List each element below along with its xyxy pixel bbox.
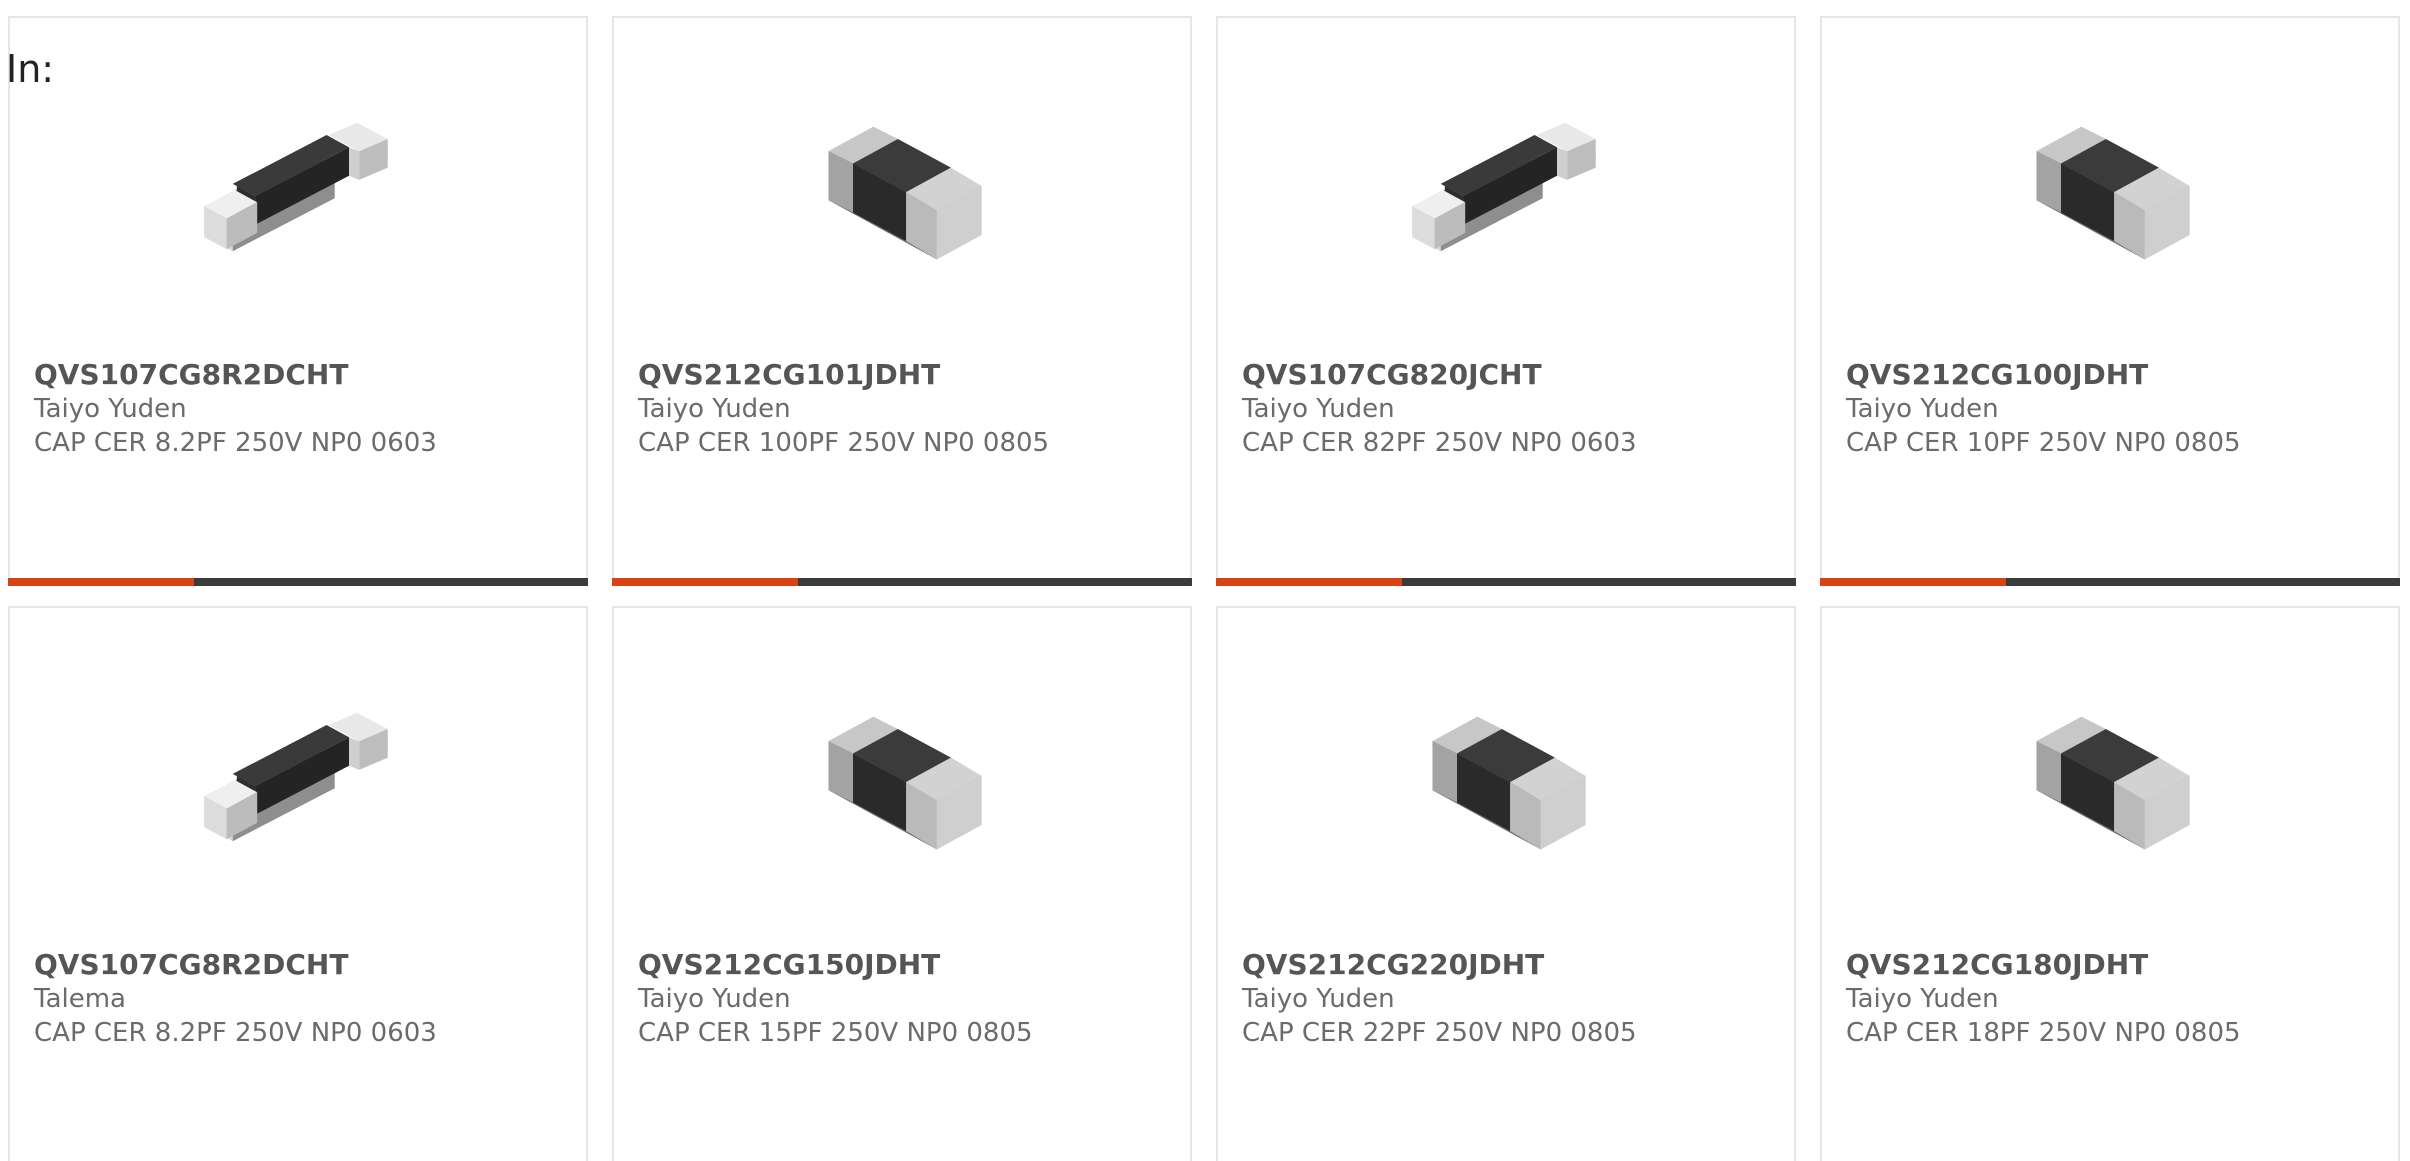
product-card[interactable]: QVS212CG101JDHT Taiyo Yuden CAP CER 100P…: [612, 16, 1192, 586]
product-card[interactable]: QVS107CG820JCHT Taiyo Yuden CAP CER 82PF…: [1216, 16, 1796, 586]
part-number[interactable]: QVS212CG100JDHT: [1846, 358, 2382, 392]
progress-bar-fill: [1820, 578, 2006, 586]
description: CAP CER 8.2PF 250V NP0 0603: [34, 1018, 437, 1048]
part-number[interactable]: QVS107CG8R2DCHT: [34, 358, 570, 392]
part-number[interactable]: QVS212CG220JDHT: [1242, 948, 1778, 982]
progress-bar-fill: [612, 578, 798, 586]
product-card[interactable]: QVS107CG8R2DCHT Talema CAP CER 8.2PF 250…: [8, 606, 588, 1161]
chip-capacitor-0805-icon: [800, 86, 1004, 290]
product-grid-page: In: QVS107CG8R2DCHT Taiyo Yuden CAP CER …: [0, 0, 2410, 1161]
part-number[interactable]: QVS107CG820JCHT: [1242, 358, 1778, 392]
description: CAP CER 8.2PF 250V NP0 0603: [34, 428, 437, 458]
part-number[interactable]: QVS212CG180JDHT: [1846, 948, 2382, 982]
chip-capacitor-0603-icon: [1404, 86, 1608, 290]
progress-bar-fill: [8, 578, 194, 586]
filter-in-label: In:: [6, 47, 55, 91]
part-number[interactable]: QVS212CG101JDHT: [638, 358, 1174, 392]
chip-capacitor-0805-icon: [1404, 676, 1608, 880]
chip-capacitor-0603-icon: [196, 86, 400, 290]
manufacturer: Taiyo Yuden: [1242, 984, 1395, 1014]
chip-capacitor-0805-icon: [2008, 86, 2212, 290]
description: CAP CER 15PF 250V NP0 0805: [638, 1018, 1033, 1048]
manufacturer: Taiyo Yuden: [638, 394, 791, 424]
manufacturer: Taiyo Yuden: [34, 394, 187, 424]
manufacturer: Taiyo Yuden: [638, 984, 791, 1014]
part-number[interactable]: QVS107CG8R2DCHT: [34, 948, 570, 982]
product-card[interactable]: QVS212CG220JDHT Taiyo Yuden CAP CER 22PF…: [1216, 606, 1796, 1161]
product-card[interactable]: QVS107CG8R2DCHT Taiyo Yuden CAP CER 8.2P…: [8, 16, 588, 586]
product-card[interactable]: QVS212CG100JDHT Taiyo Yuden CAP CER 10PF…: [1820, 16, 2400, 586]
description: CAP CER 22PF 250V NP0 0805: [1242, 1018, 1637, 1048]
chip-capacitor-0805-icon: [2008, 676, 2212, 880]
manufacturer: Talema: [34, 984, 126, 1014]
description: CAP CER 18PF 250V NP0 0805: [1846, 1018, 2241, 1048]
product-card[interactable]: QVS212CG180JDHT Taiyo Yuden CAP CER 18PF…: [1820, 606, 2400, 1161]
description: CAP CER 82PF 250V NP0 0603: [1242, 428, 1637, 458]
progress-bar: [8, 578, 588, 586]
product-card[interactable]: QVS212CG150JDHT Taiyo Yuden CAP CER 15PF…: [612, 606, 1192, 1161]
description: CAP CER 10PF 250V NP0 0805: [1846, 428, 2241, 458]
chip-capacitor-0603-icon: [196, 676, 400, 880]
manufacturer: Taiyo Yuden: [1242, 394, 1395, 424]
manufacturer: Taiyo Yuden: [1846, 394, 1999, 424]
progress-bar: [1216, 578, 1796, 586]
description: CAP CER 100PF 250V NP0 0805: [638, 428, 1050, 458]
chip-capacitor-0805-icon: [800, 676, 1004, 880]
part-number[interactable]: QVS212CG150JDHT: [638, 948, 1174, 982]
manufacturer: Taiyo Yuden: [1846, 984, 1999, 1014]
progress-bar: [612, 578, 1192, 586]
progress-bar: [1820, 578, 2400, 586]
progress-bar-fill: [1216, 578, 1402, 586]
